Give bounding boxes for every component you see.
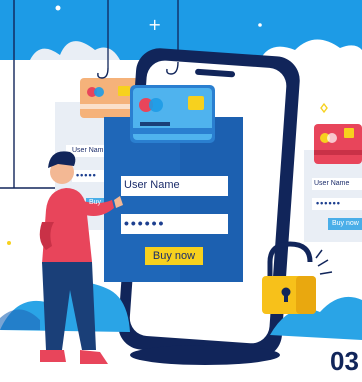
sparkle-icon bbox=[55, 5, 61, 11]
left-username-label: User Nam bbox=[72, 147, 104, 154]
sparkle-icon bbox=[317, 259, 329, 267]
credit-card-icon bbox=[130, 85, 215, 143]
left-buy-label: Buy bbox=[89, 199, 102, 206]
sparkle-icon bbox=[7, 241, 11, 245]
padlock-icon bbox=[262, 241, 316, 314]
sparkle-icon bbox=[315, 249, 323, 259]
password-mask: •••••• bbox=[124, 215, 166, 231]
right-username-label: User Name bbox=[314, 180, 350, 187]
sparkle-icon bbox=[319, 271, 333, 275]
left-password-mask: ••••• bbox=[76, 170, 97, 180]
credit-card-icon bbox=[314, 124, 362, 164]
username-field[interactable]: User Name bbox=[121, 176, 228, 196]
shadow bbox=[130, 345, 280, 365]
sparkle-icon: + bbox=[148, 15, 161, 34]
sparkle-icon bbox=[258, 23, 262, 27]
sparkle-icon bbox=[320, 102, 328, 114]
password-field[interactable]: •••••• bbox=[121, 214, 228, 234]
fishing-hook-icon bbox=[97, 67, 109, 79]
buy-now-button[interactable]: Buy now bbox=[145, 247, 203, 265]
username-label: User Name bbox=[124, 179, 180, 191]
right-buy-label: Buy now bbox=[332, 220, 359, 227]
right-password-mask: •••••• bbox=[316, 198, 341, 208]
page-number: 03 bbox=[330, 346, 359, 376]
buy-now-label: Buy now bbox=[152, 250, 196, 262]
